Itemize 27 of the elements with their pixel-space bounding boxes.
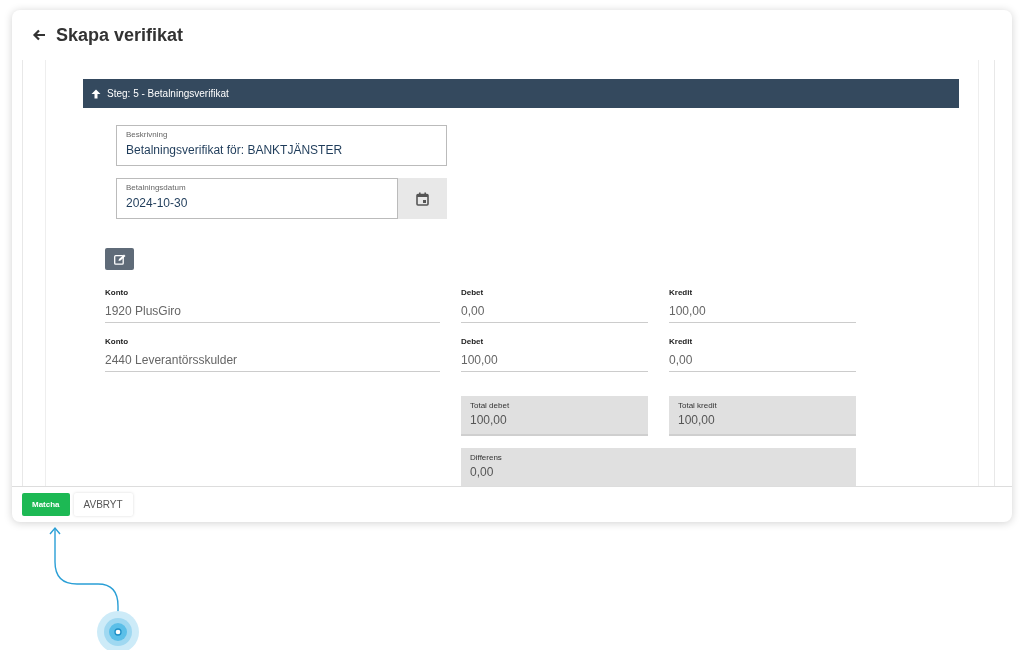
hotspot-marker	[97, 611, 139, 650]
field-label: Debet	[461, 288, 485, 297]
description-field[interactable]: Beskrivning Betalningsverifikat för: BANKTJÄNSTER	[116, 125, 447, 166]
field-label: Kredit	[669, 288, 694, 297]
difference-field: Differens 0,00	[461, 448, 856, 486]
edit-icon	[113, 253, 126, 265]
field-label: Kredit	[669, 337, 694, 346]
debit-field[interactable]: 0,00	[461, 304, 648, 318]
date-field[interactable]: Betalningsdatum 2024-10-30	[116, 178, 398, 219]
account-field[interactable]: 1920 PlusGiro	[105, 304, 440, 318]
step-header[interactable]: Steg: 5 - Betalningsverifikat	[83, 79, 959, 108]
field-label: Konto	[105, 288, 130, 297]
arrow-up-icon	[91, 88, 101, 99]
window-title: Skapa verifikat	[56, 24, 184, 46]
debit-field[interactable]: 100,00	[461, 353, 648, 367]
cancel-button[interactable]: AVBRYT	[73, 493, 133, 516]
credit-field[interactable]: 100,00	[669, 304, 856, 318]
back-arrow-icon[interactable]	[32, 28, 46, 42]
field-label: Debet	[461, 337, 485, 346]
edit-button[interactable]	[105, 248, 134, 270]
account-field[interactable]: 2440 Leverantörsskulder	[105, 353, 440, 367]
total-field: Total kredit 100,00	[669, 396, 856, 436]
credit-field[interactable]: 0,00	[669, 353, 856, 367]
field-label: Konto	[105, 337, 130, 346]
calendar-icon	[416, 191, 429, 206]
total-field: Total debet 100,00	[461, 396, 648, 436]
calendar-button[interactable]	[398, 178, 447, 219]
